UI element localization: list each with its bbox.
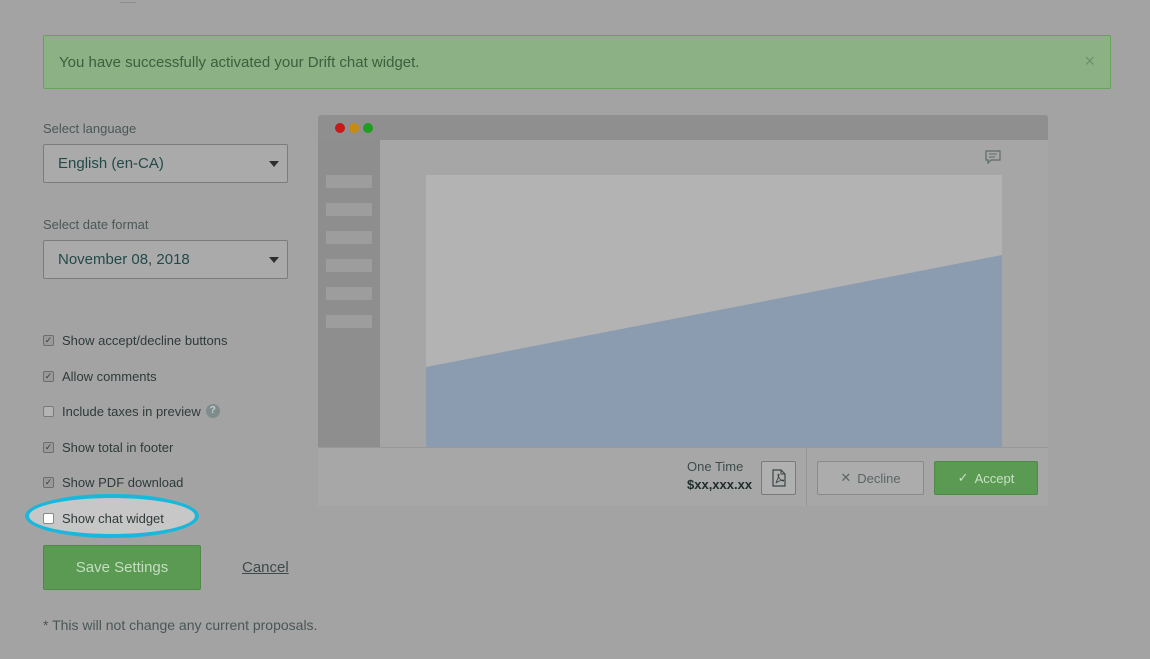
document-page xyxy=(426,175,1002,447)
option-allow-comments[interactable]: ✓ Allow comments xyxy=(43,367,157,385)
pdf-icon xyxy=(772,469,786,487)
price-value: $xx,xxx.xx xyxy=(687,477,753,492)
preview-titlebar xyxy=(318,115,1048,140)
decline-label: Decline xyxy=(857,470,901,486)
check-icon: ✓ xyxy=(957,470,969,485)
language-select[interactable]: English (en-CA) xyxy=(43,144,288,183)
top-fragment xyxy=(120,0,136,3)
sidebar-placeholder xyxy=(326,259,372,272)
option-show-pdf-download[interactable]: ✓ Show PDF download xyxy=(43,473,183,491)
decline-button[interactable]: ✕ Decline xyxy=(817,461,924,495)
checkbox[interactable]: ✓ xyxy=(43,476,54,488)
date-format-label: Select date format xyxy=(43,217,149,232)
checkbox[interactable] xyxy=(43,512,54,524)
close-icon[interactable]: × xyxy=(1084,51,1095,71)
option-label: Allow comments xyxy=(62,368,157,384)
caret-down-icon xyxy=(269,257,279,263)
pdf-download-button[interactable] xyxy=(761,461,796,495)
sidebar-placeholder xyxy=(326,203,372,216)
date-format-select[interactable]: November 08, 2018 xyxy=(43,240,288,279)
footer-divider xyxy=(806,448,807,506)
language-label: Select language xyxy=(43,121,137,136)
date-format-value: November 08, 2018 xyxy=(58,251,190,268)
preview-footer: One Time $xx,xxx.xx ✕ Decline ✓ Accept xyxy=(318,447,1048,506)
save-settings-button[interactable]: Save Settings xyxy=(43,545,201,590)
cancel-link[interactable]: Cancel xyxy=(242,559,289,576)
sidebar-placeholder xyxy=(326,175,372,188)
proposal-preview: One Time $xx,xxx.xx ✕ Decline ✓ Accept xyxy=(318,115,1048,506)
checkbox[interactable] xyxy=(43,405,54,417)
close-icon: ✕ xyxy=(840,470,852,485)
checkbox[interactable]: ✓ xyxy=(43,334,54,346)
language-value: English (en-CA) xyxy=(58,155,164,172)
option-include-taxes[interactable]: Include taxes in preview ? xyxy=(43,402,220,420)
option-label: Show chat widget xyxy=(62,510,164,526)
accept-button[interactable]: ✓ Accept xyxy=(934,461,1038,495)
accept-label: Accept xyxy=(974,470,1015,486)
chat-icon[interactable] xyxy=(985,150,1001,164)
option-label: Include taxes in preview xyxy=(62,403,201,419)
option-label: Show total in footer xyxy=(62,439,174,455)
checkbox[interactable]: ✓ xyxy=(43,441,54,453)
help-icon[interactable]: ? xyxy=(205,404,220,418)
caret-down-icon xyxy=(269,161,279,167)
option-label: Show PDF download xyxy=(62,474,184,490)
document-graphic xyxy=(426,255,1002,447)
option-show-total-footer[interactable]: ✓ Show total in footer xyxy=(43,438,173,456)
option-show-accept-decline[interactable]: ✓ Show accept/decline buttons xyxy=(43,331,228,349)
price-label: One Time xyxy=(687,459,744,474)
window-maximize-dot xyxy=(363,123,373,133)
sidebar-placeholder xyxy=(326,315,372,328)
preview-sidebar xyxy=(318,140,380,447)
banner-message: You have successfully activated your Dri… xyxy=(59,54,420,71)
checkbox[interactable]: ✓ xyxy=(43,370,54,382)
success-banner: You have successfully activated your Dri… xyxy=(43,35,1111,89)
document-graphic-area xyxy=(426,255,1002,447)
window-close-dot xyxy=(335,123,345,133)
footnote: * This will not change any current propo… xyxy=(43,617,318,633)
sidebar-placeholder xyxy=(326,231,372,244)
sidebar-placeholder xyxy=(326,287,372,300)
option-label: Show accept/decline buttons xyxy=(62,332,228,348)
option-show-chat-widget[interactable]: Show chat widget xyxy=(43,509,164,527)
window-minimize-dot xyxy=(349,123,359,133)
preview-content xyxy=(380,140,1048,447)
